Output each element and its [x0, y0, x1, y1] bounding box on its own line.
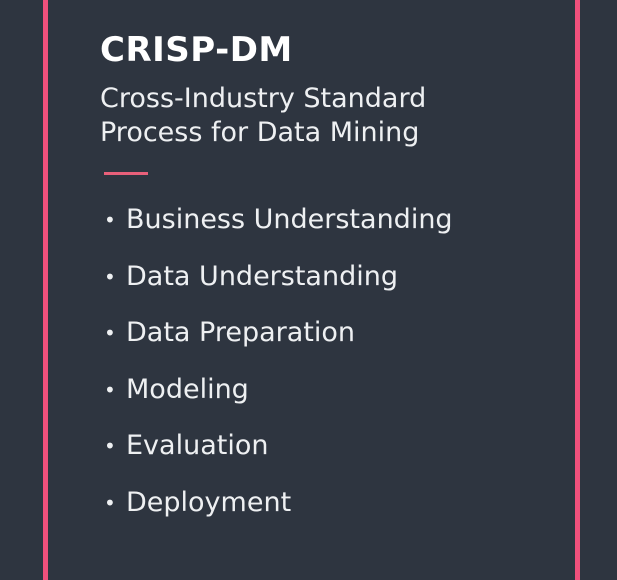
subtitle-line-1: Cross-Industry Standard [100, 83, 427, 114]
step-label: Evaluation [126, 430, 269, 462]
list-item-modeling: • Modeling [104, 370, 453, 427]
step-label: Modeling [126, 373, 249, 405]
list-item-evaluation: • Evaluation [104, 426, 453, 483]
bullet-icon: • [104, 208, 116, 232]
step-label: Deployment [126, 486, 292, 518]
bullet-icon: • [104, 490, 116, 515]
list-item-data-preparation: • Data Preparation [104, 313, 453, 370]
step-label: Data Understanding [126, 260, 398, 292]
step-label: Business Understanding [126, 204, 453, 235]
slide-subtitle: Cross-Industry Standard Process for Data… [100, 82, 570, 150]
slide-title: CRISP-DM [100, 30, 293, 70]
bullet-icon: • [104, 434, 116, 459]
bullet-icon: • [104, 377, 116, 402]
list-item-business-understanding: • Business Understanding [104, 200, 453, 257]
bullet-icon: • [104, 264, 116, 289]
subtitle-line-2: Process for Data Mining [100, 117, 420, 148]
list-item-deployment: • Deployment [104, 483, 453, 540]
bullet-icon: • [104, 321, 116, 346]
list-item-data-understanding: • Data Understanding [104, 257, 453, 314]
crisp-dm-step-list: • Business Understanding • Data Understa… [104, 200, 453, 540]
accent-divider [104, 172, 148, 175]
step-label: Data Preparation [126, 317, 356, 349]
